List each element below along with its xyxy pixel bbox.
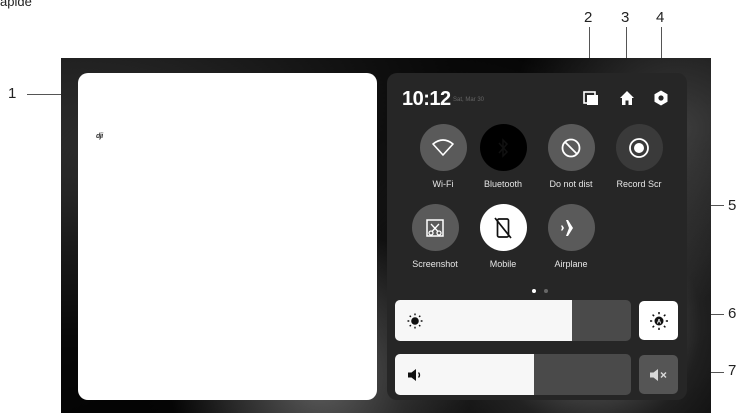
- brightness-icon: [407, 313, 423, 329]
- status-time: 10:12: [402, 88, 451, 110]
- app-window[interactable]: dji: [78, 73, 377, 400]
- auto-brightness-icon: A: [649, 311, 668, 330]
- volume-icon: [408, 369, 421, 381]
- do-not-disturb-icon: [561, 138, 581, 157]
- callout-3: 3: [621, 9, 630, 26]
- airplane-icon: [561, 219, 580, 236]
- dji-logo: dji: [96, 133, 103, 140]
- tile-label: Airplane: [554, 259, 588, 269]
- mute-icon: [649, 368, 666, 381]
- settings-hex-icon[interactable]: [652, 89, 670, 107]
- status-date: Sat, Mar 30: [453, 97, 485, 103]
- callout-5: 5: [728, 197, 737, 214]
- callout-2: 2: [584, 9, 593, 26]
- do-not-disturb-toggle[interactable]: [547, 124, 595, 171]
- airplane-toggle[interactable]: [547, 204, 595, 251]
- callout-7: 7: [728, 362, 737, 379]
- screenshot-icon: [426, 218, 444, 237]
- callout-4: 4: [656, 9, 665, 26]
- tile-airplane[interactable]: Airplane: [531, 204, 611, 269]
- record-screen-toggle[interactable]: [615, 124, 663, 171]
- recent-apps-icon[interactable]: [582, 89, 600, 107]
- callout-1: 1: [8, 85, 17, 102]
- page-dot-active[interactable]: [532, 289, 536, 293]
- page-caption-fragment: apide: [0, 0, 32, 9]
- page-indicator[interactable]: [530, 280, 550, 298]
- callout-6: 6: [728, 305, 737, 322]
- wifi-icon: [432, 138, 454, 156]
- tile-label: Record Scr: [616, 179, 662, 189]
- wifi-toggle[interactable]: [419, 124, 467, 171]
- mobile-data-off-icon: [494, 216, 512, 239]
- mobile-toggle[interactable]: [479, 204, 527, 251]
- record-screen-icon: [629, 137, 649, 158]
- bluetooth-toggle[interactable]: [479, 124, 527, 171]
- bluetooth-icon: [498, 137, 509, 158]
- auto-brightness-button[interactable]: A: [639, 301, 678, 340]
- volume-slider[interactable]: [395, 354, 631, 395]
- page-dot[interactable]: [544, 289, 549, 293]
- svg-text:A: A: [656, 319, 661, 325]
- mute-button[interactable]: [639, 355, 678, 394]
- screenshot-toggle[interactable]: [411, 204, 459, 251]
- home-icon[interactable]: [618, 89, 636, 107]
- tile-record-screen[interactable]: Record Scr: [599, 124, 679, 189]
- brightness-slider[interactable]: [395, 300, 631, 341]
- control-center-panel: 10:12 Sat, Mar 30 Wi-Fi Bluetooth Do not…: [387, 73, 687, 400]
